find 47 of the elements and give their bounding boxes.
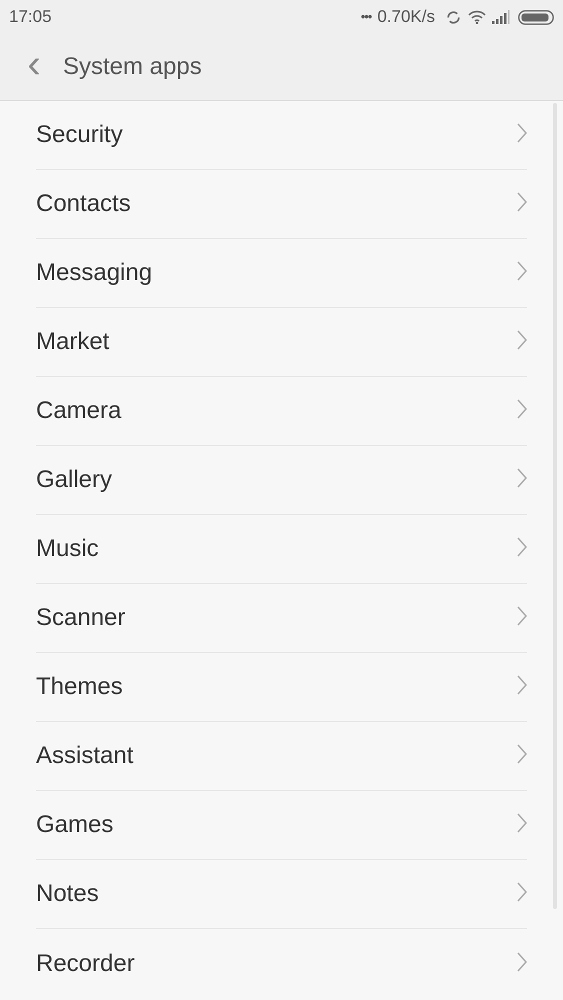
chevron-right-icon	[517, 813, 527, 833]
sync-icon	[445, 8, 462, 26]
network-speed: 0.70K/s	[377, 6, 435, 28]
list-item[interactable]: Security	[36, 101, 527, 170]
list-item[interactable]: Assistant	[36, 722, 527, 791]
list-item[interactable]: Gallery	[36, 446, 527, 515]
list-item[interactable]: Contacts	[36, 170, 527, 239]
chevron-right-icon	[517, 537, 527, 557]
item-label: Recorder	[36, 948, 135, 978]
item-label: Scanner	[36, 603, 126, 633]
chevron-right-icon	[517, 606, 527, 626]
chevron-right-icon	[517, 399, 527, 419]
status-time: 17:05	[9, 6, 52, 28]
item-label: Security	[36, 120, 123, 150]
item-label: Themes	[36, 672, 123, 702]
list-item[interactable]: Recorder	[36, 929, 527, 998]
chevron-right-icon	[517, 675, 527, 695]
item-label: Assistant	[36, 741, 134, 771]
item-label: Music	[36, 534, 99, 564]
chevron-right-icon	[517, 744, 527, 764]
list-item[interactable]: Scanner	[36, 584, 527, 653]
wifi-icon	[468, 10, 486, 24]
chevron-right-icon	[517, 882, 527, 902]
list-item[interactable]: Notes	[36, 860, 527, 929]
item-label: Market	[36, 327, 110, 357]
list-item[interactable]: Messaging	[36, 239, 527, 308]
network-activity-dots: •••	[360, 8, 372, 26]
chevron-right-icon	[517, 330, 527, 350]
signal-icon	[492, 10, 510, 24]
item-label: Contacts	[36, 189, 131, 219]
item-label: Notes	[36, 879, 99, 909]
battery-icon	[518, 10, 554, 24]
list-item[interactable]: Music	[36, 515, 527, 584]
item-label: Gallery	[36, 465, 112, 495]
list-item[interactable]: Games	[36, 791, 527, 860]
list-item[interactable]: Themes	[36, 653, 527, 722]
chevron-right-icon	[517, 261, 527, 281]
list-item[interactable]: Market	[36, 308, 527, 377]
page-title: System apps	[63, 52, 202, 82]
list-item[interactable]: Camera	[36, 377, 527, 446]
item-label: Messaging	[36, 258, 152, 288]
chevron-right-icon	[517, 192, 527, 212]
chevron-right-icon	[517, 468, 527, 488]
item-label: Camera	[36, 396, 122, 426]
chevron-right-icon	[517, 123, 527, 143]
chevron-right-icon	[517, 952, 527, 972]
item-label: Games	[36, 810, 114, 840]
